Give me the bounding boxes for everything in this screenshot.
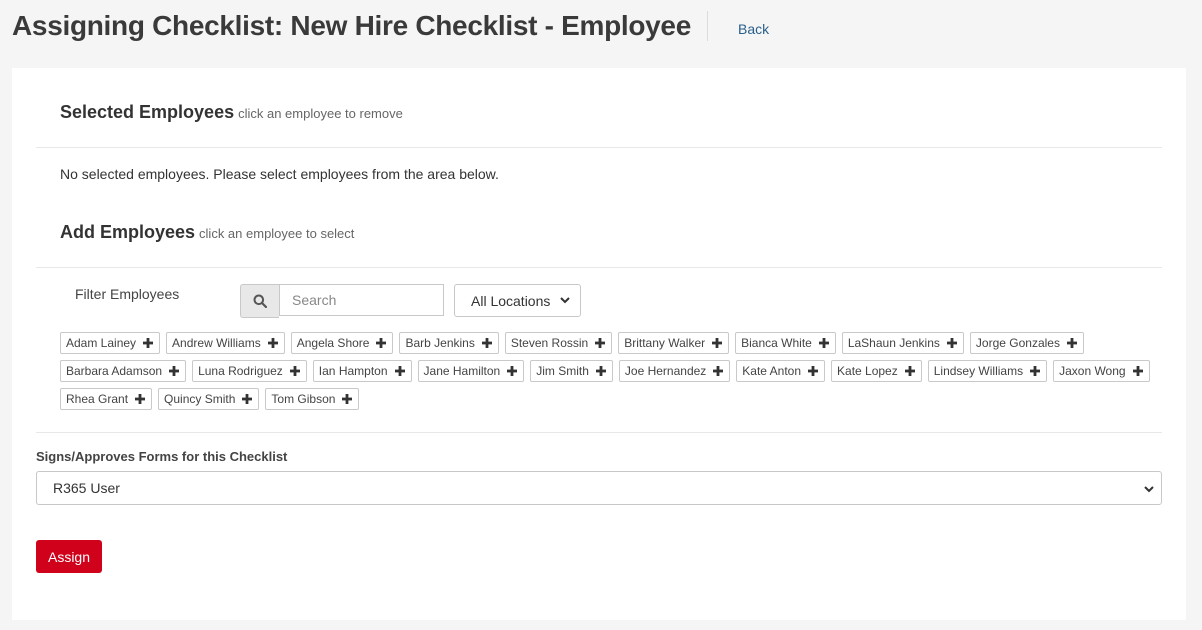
employee-name: Barb Jenkins [405, 336, 475, 350]
employee-chip[interactable]: Andrew Williams [166, 332, 285, 354]
plus-icon [394, 366, 405, 376]
employee-chip[interactable]: Adam Lainey [60, 332, 161, 354]
selected-employees-title: Selected Employees [60, 102, 235, 122]
plus-icon [135, 394, 146, 404]
employee-chip[interactable]: Steven Rossin [504, 332, 613, 354]
selected-employees-header: Selected Employees click an employee to … [60, 102, 403, 123]
plus-icon [289, 366, 300, 376]
employee-chip[interactable]: Kate Lopez [831, 360, 922, 382]
employee-name: Adam Lainey [66, 336, 137, 350]
header-divider [706, 11, 708, 41]
plus-icon [143, 338, 154, 348]
page-header: Assigning Checklist: New Hire Checklist … [12, 6, 769, 46]
divider [36, 267, 1162, 268]
plus-icon [342, 394, 353, 404]
search-input[interactable] [279, 284, 444, 316]
employee-chip[interactable]: Lindsey Williams [927, 360, 1048, 382]
employee-name: Jane Hamilton [423, 364, 501, 378]
employee-chip[interactable]: Brittany Walker [618, 332, 730, 354]
signs-approves-value: R365 User [53, 480, 120, 496]
plus-icon [376, 338, 387, 348]
employee-name: LaShaun Jenkins [847, 336, 940, 350]
location-select-value: All Locations [471, 292, 551, 309]
divider [36, 432, 1162, 433]
plus-icon [946, 338, 957, 348]
employee-name: Quincy Smith [164, 392, 236, 406]
employee-name: Joe Hernandez [624, 364, 707, 378]
plus-icon [1030, 366, 1041, 376]
selected-employees-hint: click an employee to remove [238, 106, 403, 121]
employee-chip[interactable]: Angela Shore [290, 332, 394, 354]
back-link[interactable]: Back [738, 21, 769, 37]
chevron-down-icon [1144, 486, 1154, 493]
plus-icon [808, 366, 819, 376]
employee-name: Ian Hampton [318, 364, 388, 378]
employee-chip[interactable]: Kate Anton [736, 360, 826, 382]
employee-chip[interactable]: Joe Hernandez [618, 360, 731, 382]
employee-chip[interactable]: Barb Jenkins [399, 332, 499, 354]
employee-name: Kate Anton [742, 364, 802, 378]
employee-list: Adam Lainey Andrew Williams Angela Shore Ba… [60, 332, 1160, 416]
plus-icon [242, 394, 253, 404]
employee-chip[interactable]: LaShaun Jenkins [841, 332, 964, 354]
employee-name: Andrew Williams [172, 336, 261, 350]
employee-chip[interactable]: Jorge Gonzales [969, 332, 1084, 354]
employee-row: Adam Lainey Andrew Williams Angela Shore Ba… [60, 332, 1160, 354]
add-employees-title: Add Employees [60, 222, 196, 242]
filter-employees-label: Filter Employees [75, 286, 180, 302]
no-selected-message: No selected employees. Please select emp… [60, 166, 499, 182]
employee-name: Tom Gibson [271, 392, 336, 406]
plus-icon [818, 338, 829, 348]
page-title: Assigning Checklist: New Hire Checklist … [12, 10, 691, 41]
employee-name: Lindsey Williams [933, 364, 1024, 378]
employee-name: Jorge Gonzales [975, 336, 1060, 350]
add-employees-header: Add Employees click an employee to selec… [60, 222, 354, 243]
employee-row: Rhea Grant Quincy Smith Tom Gibson [60, 388, 1160, 410]
employee-name: Barbara Adamson [66, 364, 163, 378]
employee-chip[interactable]: Luna Rodriguez [192, 360, 307, 382]
search-icon [253, 294, 267, 308]
employee-chip[interactable]: Jane Hamilton [417, 360, 525, 382]
employee-chip[interactable]: Bianca White [735, 332, 836, 354]
employee-name: Bianca White [741, 336, 812, 350]
employee-chip[interactable]: Tom Gibson [265, 388, 360, 410]
employee-name: Jim Smith [536, 364, 589, 378]
signs-approves-select[interactable]: R365 User [36, 471, 1162, 505]
assign-button[interactable]: Assign [36, 540, 102, 573]
search-group [240, 284, 444, 318]
assign-panel: Selected Employees click an employee to … [12, 68, 1186, 620]
plus-icon [1132, 366, 1143, 376]
employee-chip[interactable]: Barbara Adamson [60, 360, 187, 382]
employee-name: Steven Rossin [510, 336, 589, 350]
plus-icon [481, 338, 492, 348]
plus-icon [267, 338, 278, 348]
plus-icon [595, 366, 606, 376]
employee-chip[interactable]: Jim Smith [530, 360, 613, 382]
employee-chip[interactable]: Ian Hampton [312, 360, 412, 382]
plus-icon [713, 366, 724, 376]
employee-name: Angela Shore [296, 336, 370, 350]
plus-icon [904, 366, 915, 376]
employee-chip[interactable]: Jaxon Wong [1053, 360, 1150, 382]
plus-icon [712, 338, 723, 348]
employee-name: Jaxon Wong [1059, 364, 1126, 378]
chevron-down-icon [560, 297, 570, 304]
divider [36, 147, 1162, 148]
search-button[interactable] [240, 284, 279, 318]
employee-name: Kate Lopez [837, 364, 898, 378]
plus-icon [507, 366, 518, 376]
employee-chip[interactable]: Rhea Grant [60, 388, 153, 410]
add-employees-hint: click an employee to select [199, 226, 355, 241]
plus-icon [169, 366, 180, 376]
signs-approves-label: Signs/Approves Forms for this Checklist [36, 449, 288, 464]
employee-row: Barbara Adamson Luna Rodriguez Ian Hampton… [60, 360, 1160, 382]
plus-icon [595, 338, 606, 348]
employee-name: Luna Rodriguez [198, 364, 283, 378]
employee-chip[interactable]: Quincy Smith [158, 388, 260, 410]
location-select[interactable]: All Locations [454, 284, 581, 317]
plus-icon [1066, 338, 1077, 348]
employee-name: Brittany Walker [624, 336, 706, 350]
employee-name: Rhea Grant [66, 392, 129, 406]
